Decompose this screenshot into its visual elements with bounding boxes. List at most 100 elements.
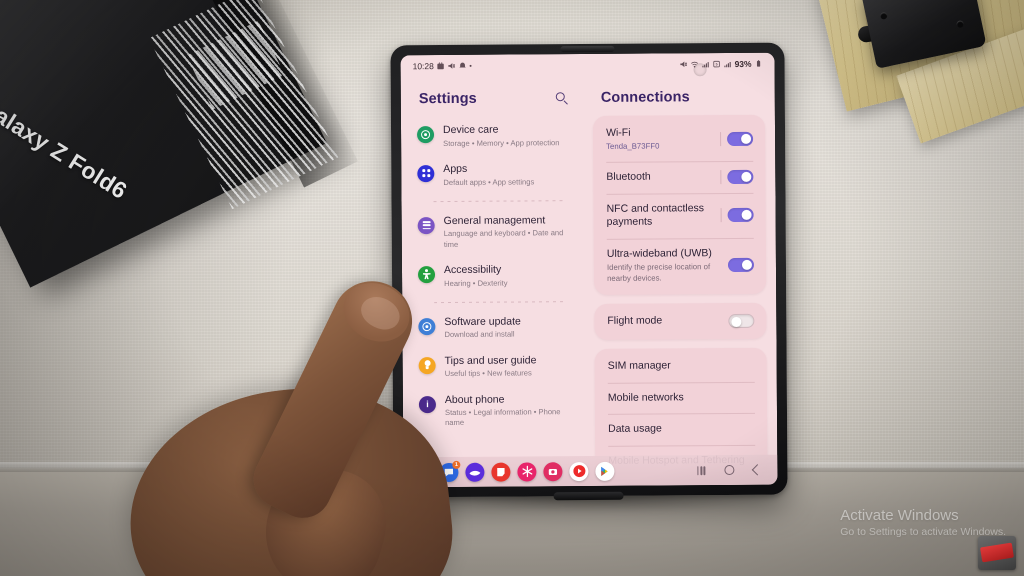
setting-row-text: SIM manager [608, 359, 679, 373]
youtube-music-icon[interactable] [569, 461, 589, 481]
accessibility-icon [417, 265, 436, 284]
sidebar-item-accessibility[interactable]: Accessibility Hearing • Dexterity [416, 256, 574, 296]
recents-button[interactable] [696, 465, 706, 475]
setting-row-wifi[interactable]: Wi-Fi Tenda_B73FF0 [593, 117, 765, 162]
home-button[interactable] [724, 464, 735, 476]
list-divider [433, 199, 566, 202]
setting-label: Data usage [608, 422, 662, 436]
sidebar-item-text: Device care Storage • Memory • App prote… [443, 123, 559, 149]
music-circle-glyph [572, 465, 585, 478]
phone-app-icon[interactable] [413, 462, 433, 482]
setting-row-uwb[interactable]: Ultra-wideband (UWB) Identify the precis… [594, 238, 766, 293]
setting-row-flight-mode[interactable]: Flight mode [594, 305, 766, 338]
general-management-glyph [422, 221, 431, 230]
screenshot-scene: Galaxy Z Fold6 10:28 5 93% Settings Devi… [0, 0, 1024, 576]
sidebar-item-label: Accessibility [443, 263, 502, 276]
sidebar-item-tips-and-user-guide[interactable]: Tips and user guide Useful tips • New fe… [417, 347, 575, 387]
nfc-toggle[interactable] [727, 208, 754, 223]
software-update-glyph [422, 321, 432, 331]
sidebar-item-general-management[interactable]: General management Language and keyboard… [416, 207, 574, 257]
device-care-glyph [421, 130, 431, 140]
taskbar-dock: 1 [403, 454, 778, 488]
setting-label: Flight mode [607, 314, 663, 328]
play-store-icon[interactable] [595, 461, 615, 481]
setting-row-text: NFC and contactless payments [607, 202, 721, 230]
sidebar-item-sublabel: Hearing • Dexterity [444, 278, 508, 288]
tips-bulb-icon [418, 356, 436, 374]
dot-icon [469, 64, 472, 67]
accessibility-glyph [421, 269, 431, 280]
sidebar-item-sublabel: Useful tips • New features [444, 368, 532, 379]
sidebar-item-text: Accessibility Hearing • Dexterity [444, 263, 508, 288]
toggle-knob [741, 210, 752, 221]
apps-grid-icon [417, 164, 435, 183]
connections-flight-mode-card: Flight mode [594, 302, 767, 341]
sidebar-item-sublabel: Status • Legal information • Phone name [444, 407, 561, 428]
setting-row-nfc[interactable]: NFC and contactless payments [593, 192, 765, 238]
setting-row-mobile-networks[interactable]: Mobile networks [595, 382, 767, 415]
setting-row-text: Mobile networks [608, 391, 692, 405]
sidebar-item-device-care[interactable]: Device care Storage • Memory • App prote… [415, 116, 573, 156]
about-phone-glyph: i [426, 398, 429, 409]
device-care-icon [416, 126, 435, 144]
toggle-wrapper [720, 169, 754, 184]
apps-grid-glyph [421, 169, 430, 178]
internet-globe-glyph [469, 470, 481, 476]
signal-bars-icon [702, 62, 709, 68]
phone-handset-glyph [418, 468, 427, 477]
setting-row-data-usage[interactable]: Data usage [595, 413, 767, 446]
software-update-icon [418, 317, 436, 335]
samsung-internet-icon[interactable] [465, 462, 485, 482]
setting-sublabel: Identify the precise location of nearby … [606, 262, 711, 283]
uwb-toggle[interactable] [727, 257, 755, 273]
setting-row-text: Wi-Fi Tenda_B73FF0 [606, 126, 668, 152]
setting-row-sim-manager[interactable]: SIM manager [595, 350, 767, 383]
sidebar-item-text: About phone Status • Legal information •… [445, 393, 573, 429]
status-bar: 10:28 5 93% [400, 53, 774, 78]
messages-app-icon[interactable]: 1 [439, 460, 461, 482]
toggle-knob [741, 133, 752, 144]
status-bar-left: 10:28 [413, 61, 472, 71]
settings-split-view: Settings Device care Storage • Memory • … [401, 75, 778, 488]
note-page-glyph [497, 467, 505, 476]
status-bar-right: 5 93% [680, 59, 763, 70]
sidebar-item-label: Apps [443, 162, 468, 175]
sidebar-item-apps[interactable]: Apps Default apps • App settings [415, 155, 573, 195]
bluetooth-toggle[interactable] [727, 169, 754, 184]
phone-screen: 10:28 5 93% Settings Device care Storage… [400, 52, 778, 488]
flight-mode-toggle[interactable] [728, 313, 755, 329]
general-management-icon [417, 216, 435, 234]
galaxy-z-fold-device: 10:28 5 93% Settings Device care Storage… [390, 42, 788, 501]
setting-row-text: Ultra-wideband (UWB) Identify the precis… [607, 247, 728, 284]
setting-label: Wi-Fi [606, 126, 631, 139]
back-button[interactable] [751, 464, 764, 476]
app-notification-icon [459, 62, 467, 68]
instagram-app-icon[interactable] [543, 461, 563, 481]
sidebar-item-software-update[interactable]: Software update Download and install [416, 308, 574, 348]
setting-row-text: Data usage [608, 423, 670, 437]
status-bar-time: 10:28 [412, 61, 434, 72]
search-icon[interactable] [556, 92, 569, 105]
sidebar-item-text: Apps Default apps • App settings [443, 162, 534, 188]
setting-row-bluetooth[interactable]: Bluetooth [593, 160, 765, 193]
toggle-wrapper [720, 131, 754, 146]
activate-windows-watermark: Activate Windows Go to Settings to activ… [840, 507, 1006, 538]
snapchat-app-icon[interactable] [517, 461, 537, 482]
setting-label: NFC and contactless payments [606, 201, 705, 229]
play-triangle-glyph [601, 466, 608, 476]
toggle-separator [720, 208, 722, 223]
toggle-separator [720, 169, 722, 184]
sidebar-item-label: General management [443, 214, 546, 227]
chat-bubble-glyph [444, 468, 454, 476]
setting-sublabel: Tenda_B73FF0 [606, 141, 660, 152]
sidebar-item-label: Device care [442, 123, 499, 137]
sidebar-item-about-phone[interactable]: i About phone Status • Legal information… [417, 386, 575, 436]
snowflake-glyph [521, 465, 532, 478]
battery-percentage: 93% [734, 58, 752, 69]
battery-icon [756, 60, 761, 67]
tips-bulb-glyph [423, 360, 431, 370]
setting-row-text: Flight mode [607, 315, 670, 329]
wifi-toggle[interactable] [727, 131, 754, 146]
bottom-hinge-notch [553, 491, 624, 501]
notes-app-icon[interactable] [491, 462, 511, 482]
